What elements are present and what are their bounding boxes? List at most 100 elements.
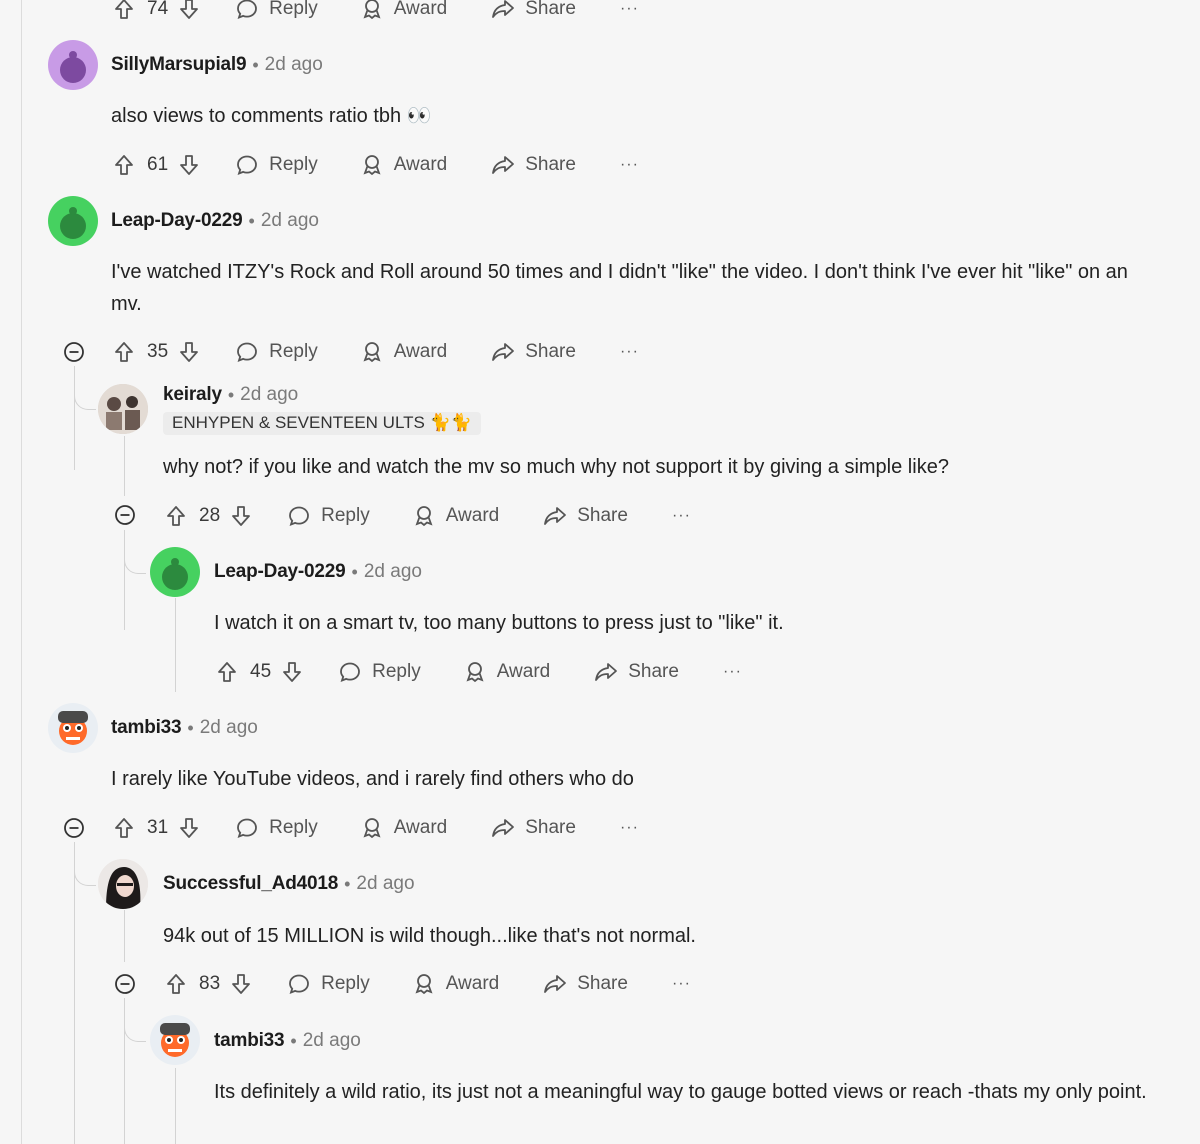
share-icon: [544, 975, 567, 993]
reply-button[interactable]: Reply: [338, 660, 421, 684]
upvote-icon: [115, 342, 133, 362]
thread-connector: [74, 384, 96, 410]
snoo-avatar-icon: [60, 51, 86, 83]
reply-button[interactable]: Reply: [235, 0, 318, 21]
thread-connector: [74, 860, 96, 886]
snoo-avatar-icon: [60, 207, 86, 239]
thread-line: [74, 366, 75, 470]
avatar[interactable]: [150, 1015, 200, 1065]
downvote-button[interactable]: [177, 0, 201, 21]
award-button[interactable]: Award: [463, 660, 550, 684]
comment-time[interactable]: 2d ago: [303, 1030, 361, 1052]
share-icon: [492, 819, 515, 837]
award-button[interactable]: Award: [360, 340, 447, 364]
share-label: Share: [628, 661, 679, 682]
upvote-button[interactable]: [112, 340, 136, 364]
share-button[interactable]: Share: [491, 153, 576, 177]
upvote-button[interactable]: [112, 153, 136, 177]
share-button[interactable]: Share: [491, 0, 576, 21]
collapse-button[interactable]: [114, 973, 136, 995]
downvote-button[interactable]: [280, 660, 304, 684]
reply-button[interactable]: Reply: [235, 340, 318, 364]
vote-count: 28: [199, 505, 221, 526]
reply-icon: [237, 818, 258, 839]
comment-time[interactable]: 2d ago: [356, 873, 414, 895]
meta-separator: •: [290, 1030, 297, 1051]
upvote-button[interactable]: [164, 972, 188, 996]
more-options-button[interactable]: ···: [620, 0, 639, 18]
share-icon: [492, 0, 515, 18]
collapse-button[interactable]: [63, 341, 85, 363]
reply-icon: [237, 0, 258, 20]
share-button[interactable]: Share: [491, 340, 576, 364]
more-options-button[interactable]: ···: [723, 663, 742, 681]
reply-button[interactable]: Reply: [235, 816, 318, 840]
comment-time[interactable]: 2d ago: [364, 561, 422, 583]
downvote-button[interactable]: [177, 340, 201, 364]
user-flair: ENHYPEN & SEVENTEEN ULTS 🐈🐈: [163, 412, 481, 435]
more-options-button[interactable]: ···: [672, 975, 691, 993]
avatar[interactable]: [48, 40, 98, 90]
award-icon: [415, 506, 433, 527]
avatar[interactable]: [48, 703, 98, 753]
award-button[interactable]: Award: [412, 504, 499, 528]
share-button[interactable]: Share: [594, 660, 679, 684]
share-icon: [492, 156, 515, 174]
upvote-button[interactable]: [112, 816, 136, 840]
more-options-button[interactable]: ···: [620, 343, 639, 361]
more-options-button[interactable]: ···: [672, 507, 691, 525]
share-label: Share: [525, 817, 576, 838]
downvote-button[interactable]: [177, 153, 201, 177]
reply-button[interactable]: Reply: [235, 153, 318, 177]
avatar[interactable]: [150, 547, 200, 597]
author-name[interactable]: tambi33: [111, 717, 182, 739]
collapse-icon: [115, 505, 135, 525]
vote-count: 35: [147, 341, 169, 362]
share-button[interactable]: Share: [491, 816, 576, 840]
upvote-button[interactable]: [164, 504, 188, 528]
collapse-icon: [64, 818, 84, 838]
collapse-icon: [64, 342, 84, 362]
comment-body: I watch it on a smart tv, too many butto…: [214, 612, 784, 634]
author-name[interactable]: keiraly: [163, 384, 222, 406]
comment-time[interactable]: 2d ago: [265, 54, 323, 76]
downvote-icon: [283, 662, 302, 682]
reply-button[interactable]: Reply: [287, 972, 370, 996]
award-button[interactable]: Award: [360, 0, 448, 21]
user-photo-avatar-icon: [98, 859, 148, 909]
downvote-button[interactable]: [177, 816, 201, 840]
award-button[interactable]: Award: [412, 972, 499, 996]
upvote-icon: [115, 0, 133, 19]
comment-body: I've watched ITZY's Rock and Roll around…: [111, 261, 1128, 315]
downvote-button[interactable]: [229, 972, 253, 996]
award-label: Award: [393, 154, 448, 175]
share-button[interactable]: Share: [543, 972, 628, 996]
author-name[interactable]: SillyMarsupial9: [111, 54, 247, 76]
comment-time[interactable]: 2d ago: [240, 384, 298, 406]
collapse-button[interactable]: [63, 817, 85, 839]
comment-time[interactable]: 2d ago: [261, 210, 319, 232]
avatar[interactable]: [98, 859, 148, 909]
award-label: Award: [393, 0, 448, 19]
comment-time[interactable]: 2d ago: [200, 717, 258, 739]
share-button[interactable]: Share: [543, 504, 628, 528]
collapse-button[interactable]: [114, 504, 136, 526]
reply-button[interactable]: Reply: [287, 504, 370, 528]
author-name[interactable]: Successful_Ad4018: [163, 873, 338, 895]
author-name[interactable]: tambi33: [214, 1030, 285, 1052]
award-button[interactable]: Award: [360, 153, 448, 177]
author-name[interactable]: Leap-Day-0229: [111, 210, 243, 232]
user-photo-avatar-icon: [98, 384, 148, 434]
upvote-button[interactable]: [215, 660, 239, 684]
upvote-button[interactable]: [112, 0, 136, 21]
author-name[interactable]: Leap-Day-0229: [214, 561, 346, 583]
more-options-button[interactable]: ···: [620, 819, 639, 837]
comment-actions: 83 Reply Award Share ···: [164, 970, 691, 998]
award-button[interactable]: Award: [360, 816, 447, 840]
more-options-button[interactable]: ···: [620, 156, 639, 174]
comment-actions: 61 Reply Award Share ···: [112, 151, 639, 179]
downvote-button[interactable]: [229, 504, 253, 528]
meta-separator: •: [248, 210, 255, 231]
avatar[interactable]: [98, 384, 148, 434]
avatar[interactable]: [48, 196, 98, 246]
